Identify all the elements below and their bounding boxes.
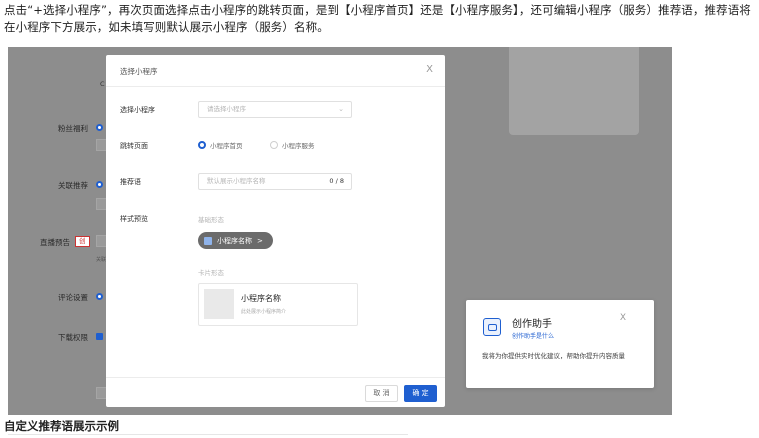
bg-label-fans: 粉丝福利 [58,124,88,133]
pill-text: 小程序名称 [217,236,252,245]
chevron-right-icon: > [257,236,263,245]
rec-label: 推荐语 [120,178,141,186]
jump-label: 跳转页面 [120,142,148,150]
miniprogram-pill-preview: 小程序名称 > [198,232,273,249]
bg-red-badge: 创 [75,236,90,247]
card-form-label: 卡片形态 [198,269,224,277]
recommend-placeholder: 默认展示小程序名称 [207,177,266,185]
style-preview-label: 样式预览 [120,215,148,223]
select-miniprogram-modal: 选择小程序 X 选择小程序 请选择小程序 ⌄ 跳转页面 小程序首页 小程序服务 … [106,55,445,407]
radio-service[interactable]: 小程序服务 [270,140,315,150]
char-counter: 0 / 8 [329,177,344,185]
creation-assistant-popup: 创作助手 创作助手是什么 X 我将为你提供实时优化建议，帮助你提升内容质量 [466,300,654,388]
card-thumbnail [204,289,234,319]
preview-card-bg [509,47,639,135]
radio-home-label: 小程序首页 [210,142,243,150]
bg-label-comment: 评论设置 [58,293,88,302]
bg-radio-comment[interactable] [96,293,103,300]
select-placeholder: 请选择小程序 [207,105,246,113]
divider [8,434,408,435]
confirm-button[interactable]: 确 定 [404,385,437,402]
close-icon[interactable]: X [620,313,626,323]
divider [106,377,445,378]
divider [106,86,445,87]
modal-title: 选择小程序 [120,67,158,76]
radio-dot[interactable] [270,141,278,149]
radio-service-label: 小程序服务 [282,142,315,150]
assistant-body: 我将为你提供实时优化建议，帮助你提升内容质量 [482,352,625,360]
recommend-input[interactable]: 默认展示小程序名称 0 / 8 [198,173,352,190]
assistant-help-link[interactable]: 创作助手是什么 [512,331,554,340]
bg-mini-text: 关联 [96,257,107,263]
miniprogram-icon [204,236,212,245]
bg-label-live: 直播预告 [40,238,70,247]
bg-label-related: 关联推荐 [58,181,88,190]
card-name: 小程序名称 [241,294,281,303]
chevron-down-icon: ⌄ [338,105,344,113]
select-label: 选择小程序 [120,106,155,114]
radio-home[interactable]: 小程序首页 [198,140,243,150]
miniprogram-select[interactable]: 请选择小程序 ⌄ [198,101,352,118]
close-icon[interactable]: X [426,64,433,75]
bg-checkbox-download[interactable] [96,333,103,340]
cancel-button[interactable]: 取 消 [365,385,398,402]
radio-dot-selected[interactable] [198,141,206,149]
bg-c-letter: C [100,80,105,88]
bg-label-download: 下载权限 [58,333,88,342]
assistant-avatar-icon [483,318,501,336]
figure-caption: 自定义推荐语展示示例 [4,419,119,433]
miniprogram-card-preview: 小程序名称 此处展示小程序简介 [198,283,358,326]
bg-radio-fans[interactable] [96,124,103,131]
assistant-title: 创作助手 [512,319,552,330]
intro-paragraph: 点击“+选择小程序”，再次页面选择点击小程序的跳转页面，是到【小程序首页】还是【… [4,3,751,34]
basic-form-label: 基础形态 [198,216,224,224]
card-description: 此处展示小程序简介 [241,309,287,315]
bg-radio-related[interactable] [96,181,103,188]
